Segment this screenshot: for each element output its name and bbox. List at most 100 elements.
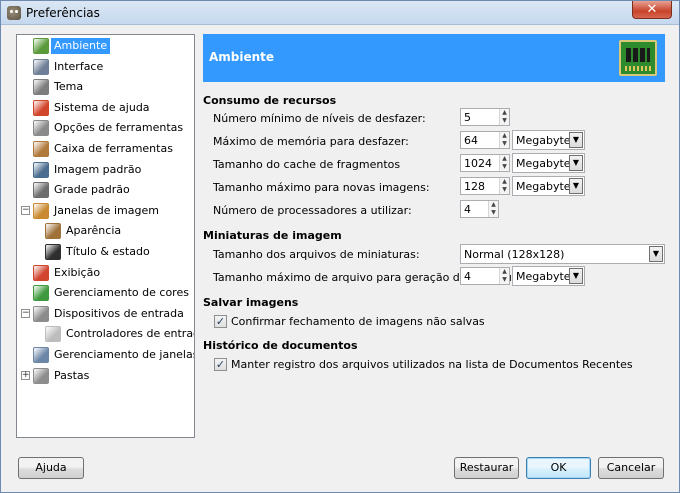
ok-button[interactable]: OK (526, 457, 591, 479)
appearance-icon (45, 223, 61, 240)
chevron-down-icon[interactable]: ▼ (649, 246, 663, 262)
sidebar-item-label: Grade padrão (54, 183, 130, 197)
gimp-app-icon (7, 6, 21, 20)
sidebar-item[interactable]: + Pastas (17, 366, 194, 386)
undo-memory-label: Máximo de memória para desfazer: (213, 135, 409, 148)
spin-up-icon[interactable]: ▲ (500, 155, 509, 163)
processors-label: Número de processadores a utilizar: (213, 204, 412, 217)
section-save-images: Salvar imagens (203, 296, 299, 309)
color-management-icon (33, 285, 49, 302)
sidebar-item-label: Controladores de entrada (66, 327, 195, 341)
spin-up-icon[interactable]: ▲ (500, 109, 509, 117)
spin-up-icon[interactable]: ▲ (489, 201, 498, 209)
spin-down-icon[interactable]: ▼ (500, 140, 509, 148)
processors-spinner[interactable]: 4 ▲ ▼ (460, 200, 499, 218)
sidebar-item[interactable]: − Janelas de imagem (17, 201, 194, 221)
sidebar-item-label: Dispositivos de entrada (54, 306, 184, 320)
spin-up-icon[interactable]: ▲ (500, 268, 509, 276)
sidebar-item-label: Gerenciamento de cores (54, 286, 189, 300)
section-document-history: Histórico de documentos (203, 339, 358, 352)
thumbnail-max-file-unit-combo[interactable]: Megabytes ▼ (512, 266, 585, 286)
sidebar-item-label: Pastas (54, 368, 90, 382)
spin-down-icon[interactable]: ▼ (500, 276, 509, 284)
environment-icon (33, 38, 49, 54)
spin-up-icon[interactable]: ▲ (500, 178, 509, 186)
sidebar-item[interactable]: − Dispositivos de entrada (17, 304, 194, 324)
thumbnail-max-file-spinner[interactable]: 4 ▲ ▼ (460, 267, 510, 285)
category-tree[interactable]: Ambiente Interface Tema Sistema de ajuda Opç… (16, 34, 195, 438)
window-management-icon (33, 347, 49, 363)
folders-icon (33, 367, 49, 384)
chevron-down-icon[interactable]: ▼ (569, 155, 583, 171)
toolbox-icon (33, 141, 49, 157)
spin-down-icon[interactable]: ▼ (500, 186, 509, 194)
sidebar-item[interactable]: Sistema de ajuda (17, 98, 194, 118)
collapse-icon[interactable]: − (21, 205, 30, 215)
close-button[interactable]: ✕ (632, 1, 672, 19)
sidebar-item-label: Interface (54, 59, 104, 73)
interface-icon (33, 58, 49, 75)
collapse-icon[interactable]: − (21, 308, 30, 318)
sidebar-item[interactable]: Título & estado (17, 242, 194, 262)
keep-record-checkbox[interactable]: ✓ (214, 358, 227, 371)
sidebar-item-label: Caixa de ferramentas (54, 142, 173, 155)
sidebar-item-label: Tema (54, 80, 84, 94)
chevron-down-icon[interactable]: ▼ (569, 268, 583, 284)
sidebar-item[interactable]: Grade padrão (17, 180, 194, 200)
image-windows-icon (33, 202, 49, 219)
keep-record-label[interactable]: Manter registro dos arquivos utilizados … (231, 358, 633, 371)
confirm-close-label[interactable]: Confirmar fechamento de imagens não salv… (231, 315, 485, 328)
theme-icon (33, 79, 49, 96)
input-controllers-icon (45, 326, 61, 343)
cancel-button[interactable]: Cancelar (598, 457, 664, 479)
spin-down-icon[interactable]: ▼ (500, 163, 509, 171)
window-title: Preferências (26, 6, 100, 20)
thumbnail-size-combo[interactable]: Normal (128x128) ▼ (460, 244, 665, 264)
sidebar-item[interactable]: Interface (17, 57, 194, 77)
sidebar-item-label: Janelas de imagem (54, 203, 159, 217)
default-grid-icon (33, 182, 49, 199)
tile-cache-spinner[interactable]: 1024 ▲ ▼ (460, 154, 510, 172)
title-status-icon (45, 244, 61, 260)
sidebar-item[interactable]: Aparência (17, 221, 194, 241)
section-resources: Consumo de recursos (203, 94, 337, 107)
sidebar-item[interactable]: Gerenciamento de janelas (17, 345, 194, 365)
spin-up-icon[interactable]: ▲ (500, 132, 509, 140)
input-devices-icon (33, 305, 49, 322)
chevron-down-icon[interactable]: ▼ (569, 132, 583, 148)
title-bar: Preferências ✕ (1, 1, 679, 25)
default-image-icon (33, 161, 49, 178)
sidebar-item[interactable]: Tema (17, 77, 194, 97)
sidebar-item[interactable]: Caixa de ferramentas (17, 139, 194, 159)
spin-down-icon[interactable]: ▼ (489, 209, 498, 217)
sidebar-item-label: Ambiente (51, 38, 111, 54)
undo-levels-label: Número mínimo de níveis de desfazer: (213, 112, 426, 125)
display-icon (33, 264, 49, 281)
sidebar-item[interactable]: Gerenciamento de cores (17, 283, 194, 303)
tool-options-icon (33, 120, 49, 137)
max-new-image-unit-combo[interactable]: Megabytes ▼ (512, 176, 585, 196)
expand-icon[interactable]: + (21, 370, 30, 380)
sidebar-item-label: Imagem padrão (54, 162, 142, 176)
help-button[interactable]: Ajuda (18, 457, 84, 479)
undo-levels-spinner[interactable]: 5 ▲ ▼ (460, 108, 510, 126)
page-header: Ambiente (203, 34, 665, 82)
undo-memory-spinner[interactable]: 64 ▲ ▼ (460, 131, 510, 149)
thumbnail-size-label: Tamanho dos arquivos de miniaturas: (213, 248, 420, 261)
tile-cache-unit-combo[interactable]: Megabytes ▼ (512, 153, 585, 173)
max-new-image-spinner[interactable]: 128 ▲ ▼ (460, 177, 510, 195)
preferences-window: Preferências ✕ Ambiente Interface Tema Sist… (0, 0, 680, 493)
sidebar-item[interactable]: Opções de ferramentas (17, 118, 194, 138)
sidebar-item-label: Título & estado (66, 245, 150, 258)
sidebar-item[interactable]: Exibição (17, 263, 194, 283)
sidebar-item[interactable]: Imagem padrão (17, 160, 194, 180)
reset-button[interactable]: Restaurar (454, 457, 519, 479)
sidebar-item-label: Opções de ferramentas (54, 121, 184, 135)
undo-memory-unit-combo[interactable]: Megabytes ▼ (512, 130, 585, 150)
confirm-close-checkbox[interactable]: ✓ (214, 315, 227, 328)
sidebar-item[interactable]: Controladores de entrada (17, 324, 194, 344)
chevron-down-icon[interactable]: ▼ (569, 178, 583, 194)
sidebar-item-label: Gerenciamento de janelas (54, 348, 195, 361)
spin-down-icon[interactable]: ▼ (500, 117, 509, 125)
sidebar-item[interactable]: Ambiente (17, 36, 194, 56)
